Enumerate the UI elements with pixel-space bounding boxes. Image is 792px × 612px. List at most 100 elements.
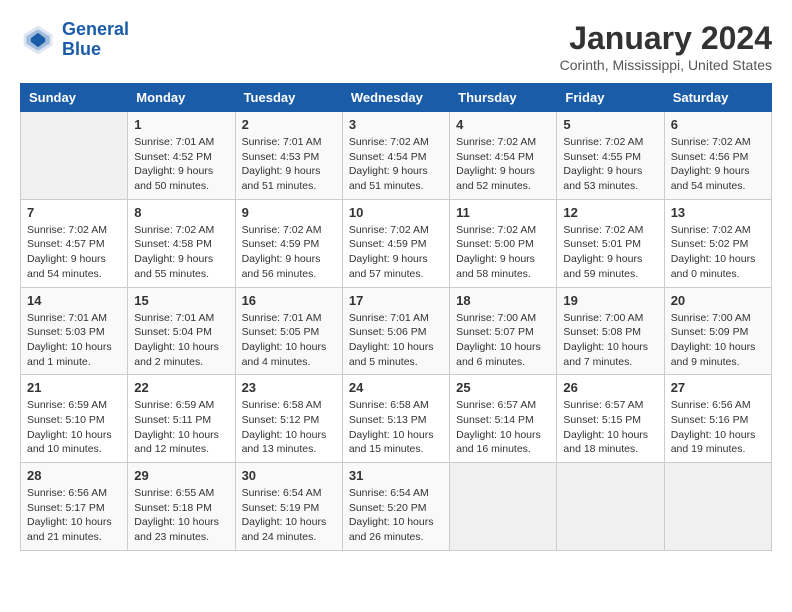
calendar-cell: 25 Sunrise: 6:57 AMSunset: 5:14 PMDayligh…: [450, 375, 557, 463]
calendar-cell: 31Sunrise: 6:54 AMSunset: 5:20 PMDayligh…: [342, 463, 449, 551]
calendar-cell: 17Sunrise: 7:01 AMSunset: 5:06 PMDayligh…: [342, 287, 449, 375]
day-info: Sunrise: 7:01 AMSunset: 4:52 PMDaylight:…: [134, 135, 228, 194]
day-info: Sunrise: 7:02 AMSunset: 4:58 PMDaylight:…: [134, 223, 228, 282]
header-wednesday: Wednesday: [342, 84, 449, 112]
logo-line2: Blue: [62, 39, 101, 59]
day-number: 28: [27, 468, 121, 483]
day-info: Sunrise: 7:02 AMSunset: 4:59 PMDaylight:…: [349, 223, 443, 282]
calendar-week-row: 21Sunrise: 6:59 AMSunset: 5:10 PMDayligh…: [21, 375, 772, 463]
logo: General Blue: [20, 20, 129, 60]
header-sunday: Sunday: [21, 84, 128, 112]
day-number: 7: [27, 205, 121, 220]
day-number: 17: [349, 293, 443, 308]
day-number: 6: [671, 117, 765, 132]
day-info: Sunrise: 6:57 AMSunset: 5:15 PMDaylight:…: [563, 398, 657, 457]
day-info: Sunrise: 7:02 AMSunset: 4:54 PMDaylight:…: [456, 135, 550, 194]
day-info: Sunrise: 7:00 AMSunset: 5:07 PMDaylight:…: [456, 311, 550, 370]
location: Corinth, Mississippi, United States: [560, 57, 772, 73]
day-number: 31: [349, 468, 443, 483]
logo-text: General Blue: [62, 20, 129, 60]
day-info: Sunrise: 7:02 AMSunset: 4:55 PMDaylight:…: [563, 135, 657, 194]
day-info: Sunrise: 6:59 AMSunset: 5:11 PMDaylight:…: [134, 398, 228, 457]
day-number: 15: [134, 293, 228, 308]
calendar-cell: 4 Sunrise: 7:02 AMSunset: 4:54 PMDaylight…: [450, 112, 557, 200]
calendar-week-row: 7 Sunrise: 7:02 AMSunset: 4:57 PMDaylight…: [21, 199, 772, 287]
calendar-cell: 11Sunrise: 7:02 AMSunset: 5:00 PMDayligh…: [450, 199, 557, 287]
calendar-cell: 8Sunrise: 7:02 AMSunset: 4:58 PMDaylight…: [128, 199, 235, 287]
day-info: Sunrise: 7:02 AMSunset: 4:57 PMDaylight:…: [27, 223, 121, 282]
logo-line1: General: [62, 19, 129, 39]
day-number: 1: [134, 117, 228, 132]
calendar-table: SundayMondayTuesdayWednesdayThursdayFrid…: [20, 83, 772, 551]
calendar-week-row: 1 Sunrise: 7:01 AMSunset: 4:52 PMDaylight…: [21, 112, 772, 200]
day-info: Sunrise: 6:59 AMSunset: 5:10 PMDaylight:…: [27, 398, 121, 457]
day-info: Sunrise: 7:02 AMSunset: 4:56 PMDaylight:…: [671, 135, 765, 194]
day-number: 3: [349, 117, 443, 132]
day-number: 22: [134, 380, 228, 395]
day-info: Sunrise: 6:57 AMSunset: 5:14 PMDaylight:…: [456, 398, 550, 457]
day-number: 9: [242, 205, 336, 220]
calendar-cell: [664, 463, 771, 551]
day-info: Sunrise: 6:58 AMSunset: 5:13 PMDaylight:…: [349, 398, 443, 457]
calendar-header-row: SundayMondayTuesdayWednesdayThursdayFrid…: [21, 84, 772, 112]
day-number: 13: [671, 205, 765, 220]
calendar-cell: 2 Sunrise: 7:01 AMSunset: 4:53 PMDaylight…: [235, 112, 342, 200]
calendar-cell: 6 Sunrise: 7:02 AMSunset: 4:56 PMDaylight…: [664, 112, 771, 200]
calendar-cell: [21, 112, 128, 200]
day-number: 12: [563, 205, 657, 220]
day-info: Sunrise: 7:01 AMSunset: 5:03 PMDaylight:…: [27, 311, 121, 370]
calendar-cell: 9 Sunrise: 7:02 AMSunset: 4:59 PMDaylight…: [235, 199, 342, 287]
calendar-cell: 23 Sunrise: 6:58 AMSunset: 5:12 PMDayligh…: [235, 375, 342, 463]
header-monday: Monday: [128, 84, 235, 112]
header-tuesday: Tuesday: [235, 84, 342, 112]
day-number: 29: [134, 468, 228, 483]
calendar-week-row: 28 Sunrise: 6:56 AMSunset: 5:17 PMDayligh…: [21, 463, 772, 551]
logo-icon: [20, 22, 56, 58]
day-number: 10: [349, 205, 443, 220]
calendar-cell: 14 Sunrise: 7:01 AMSunset: 5:03 PMDayligh…: [21, 287, 128, 375]
day-info: Sunrise: 7:01 AMSunset: 5:05 PMDaylight:…: [242, 311, 336, 370]
title-block: January 2024 Corinth, Mississippi, Unite…: [560, 20, 772, 73]
calendar-cell: 27 Sunrise: 6:56 AMSunset: 5:16 PMDayligh…: [664, 375, 771, 463]
calendar-cell: 18Sunrise: 7:00 AMSunset: 5:07 PMDayligh…: [450, 287, 557, 375]
day-info: Sunrise: 7:02 AMSunset: 5:02 PMDaylight:…: [671, 223, 765, 282]
day-info: Sunrise: 6:54 AMSunset: 5:19 PMDaylight:…: [242, 486, 336, 545]
header-friday: Friday: [557, 84, 664, 112]
day-info: Sunrise: 7:01 AMSunset: 4:53 PMDaylight:…: [242, 135, 336, 194]
day-number: 4: [456, 117, 550, 132]
calendar-cell: 20Sunrise: 7:00 AMSunset: 5:09 PMDayligh…: [664, 287, 771, 375]
calendar-cell: 3Sunrise: 7:02 AMSunset: 4:54 PMDaylight…: [342, 112, 449, 200]
day-number: 19: [563, 293, 657, 308]
day-number: 11: [456, 205, 550, 220]
calendar-cell: [450, 463, 557, 551]
day-info: Sunrise: 7:02 AMSunset: 5:01 PMDaylight:…: [563, 223, 657, 282]
day-number: 26: [563, 380, 657, 395]
calendar-cell: 15 Sunrise: 7:01 AMSunset: 5:04 PMDayligh…: [128, 287, 235, 375]
day-number: 5: [563, 117, 657, 132]
day-info: Sunrise: 7:00 AMSunset: 5:08 PMDaylight:…: [563, 311, 657, 370]
calendar-cell: 29 Sunrise: 6:55 AMSunset: 5:18 PMDayligh…: [128, 463, 235, 551]
calendar-cell: 28 Sunrise: 6:56 AMSunset: 5:17 PMDayligh…: [21, 463, 128, 551]
day-number: 14: [27, 293, 121, 308]
day-info: Sunrise: 6:56 AMSunset: 5:17 PMDaylight:…: [27, 486, 121, 545]
calendar-cell: 24Sunrise: 6:58 AMSunset: 5:13 PMDayligh…: [342, 375, 449, 463]
day-info: Sunrise: 6:58 AMSunset: 5:12 PMDaylight:…: [242, 398, 336, 457]
day-number: 23: [242, 380, 336, 395]
day-number: 2: [242, 117, 336, 132]
day-number: 16: [242, 293, 336, 308]
day-number: 25: [456, 380, 550, 395]
page-header: General Blue January 2024 Corinth, Missi…: [20, 20, 772, 73]
calendar-cell: 26 Sunrise: 6:57 AMSunset: 5:15 PMDayligh…: [557, 375, 664, 463]
calendar-cell: 7 Sunrise: 7:02 AMSunset: 4:57 PMDaylight…: [21, 199, 128, 287]
calendar-cell: 22 Sunrise: 6:59 AMSunset: 5:11 PMDayligh…: [128, 375, 235, 463]
calendar-cell: 21Sunrise: 6:59 AMSunset: 5:10 PMDayligh…: [21, 375, 128, 463]
day-info: Sunrise: 6:55 AMSunset: 5:18 PMDaylight:…: [134, 486, 228, 545]
calendar-cell: 1 Sunrise: 7:01 AMSunset: 4:52 PMDaylight…: [128, 112, 235, 200]
day-info: Sunrise: 6:56 AMSunset: 5:16 PMDaylight:…: [671, 398, 765, 457]
day-info: Sunrise: 7:00 AMSunset: 5:09 PMDaylight:…: [671, 311, 765, 370]
calendar-cell: 13 Sunrise: 7:02 AMSunset: 5:02 PMDayligh…: [664, 199, 771, 287]
day-info: Sunrise: 7:02 AMSunset: 4:59 PMDaylight:…: [242, 223, 336, 282]
day-info: Sunrise: 7:01 AMSunset: 5:04 PMDaylight:…: [134, 311, 228, 370]
day-number: 27: [671, 380, 765, 395]
calendar-cell: 12 Sunrise: 7:02 AMSunset: 5:01 PMDayligh…: [557, 199, 664, 287]
